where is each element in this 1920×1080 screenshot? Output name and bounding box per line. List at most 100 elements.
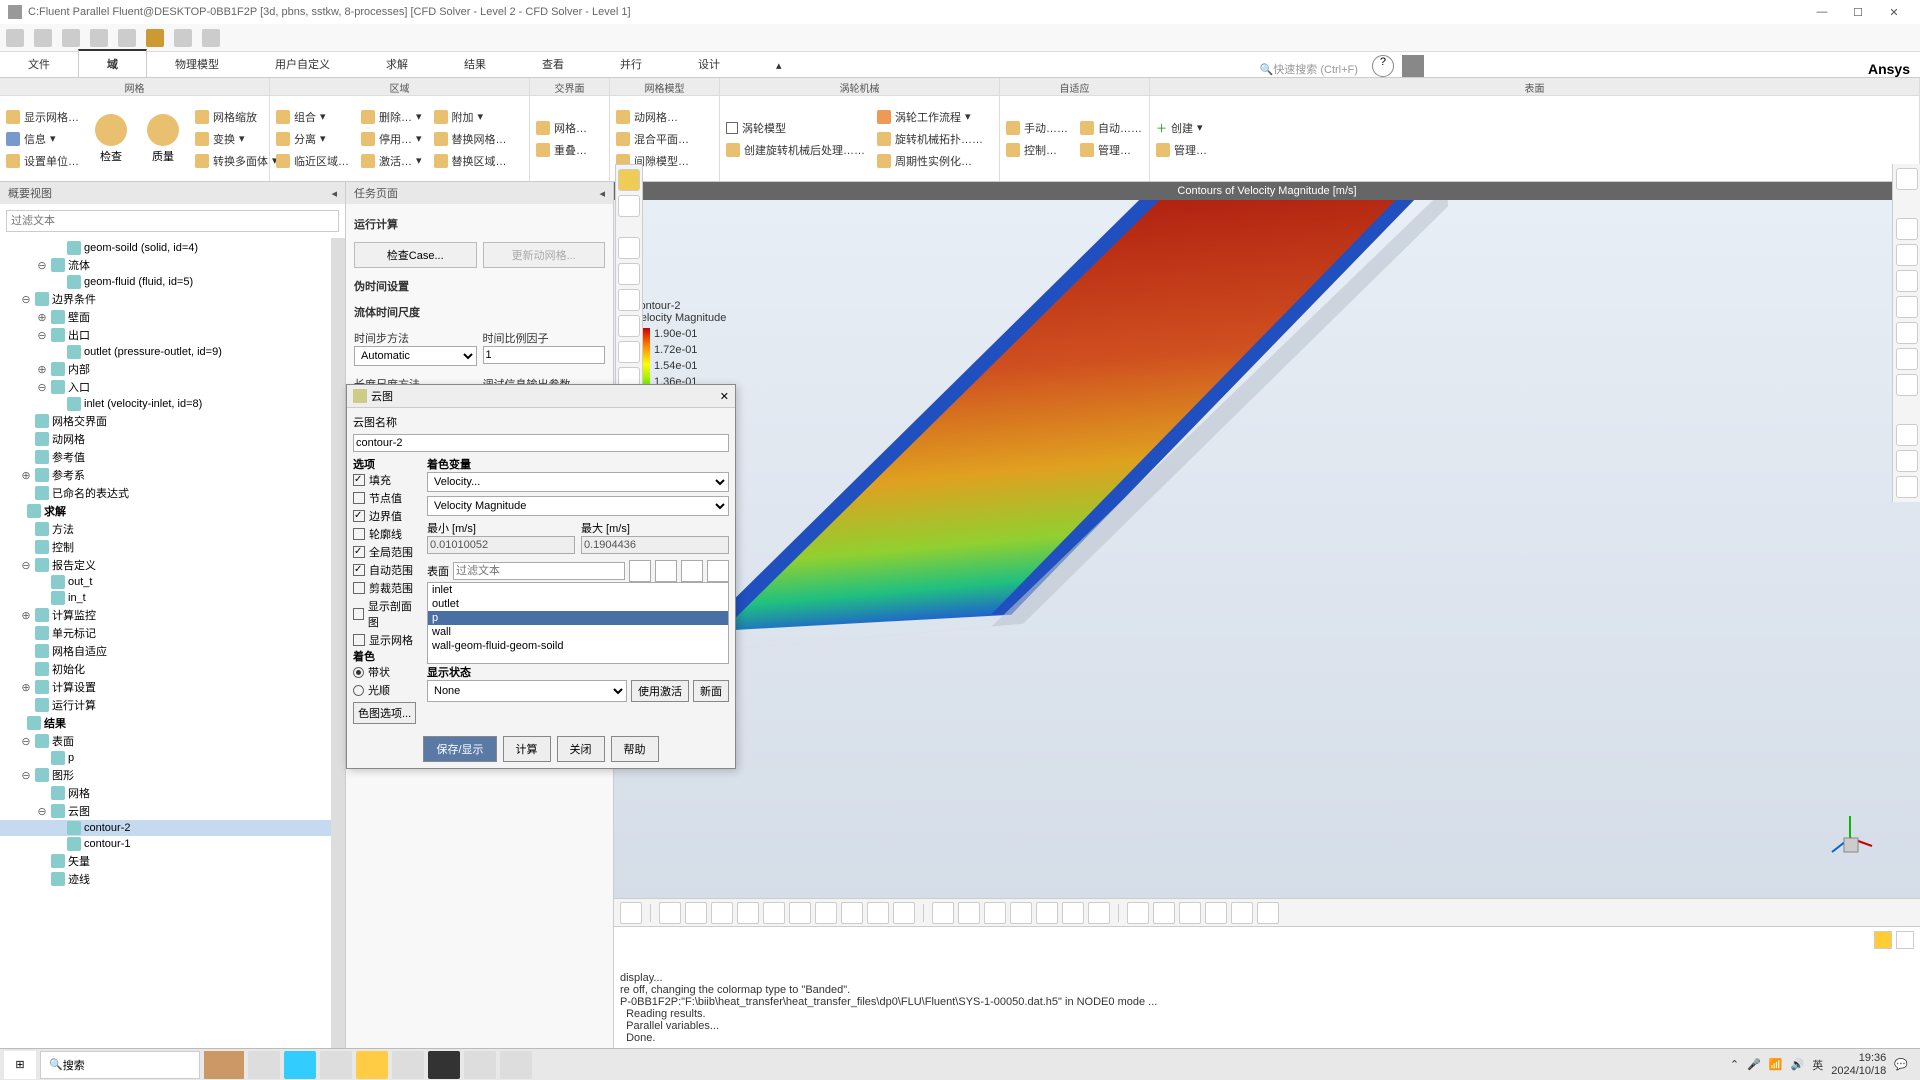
surface-item[interactable]: inlet <box>428 583 728 597</box>
tree-item[interactable]: 初始化 <box>0 660 345 678</box>
opt-fill[interactable]: 填充 <box>353 472 417 488</box>
rtool-icon[interactable] <box>1896 296 1918 318</box>
ribbon-activate[interactable]: 激活…▾ <box>361 151 422 171</box>
tree-item[interactable]: ⊖入口 <box>0 378 345 396</box>
colormap-options-button[interactable]: 色图选项... <box>353 702 416 724</box>
notifications-icon[interactable]: 💬 <box>1894 1058 1908 1071</box>
color-smooth[interactable]: 光顺 <box>353 682 417 698</box>
surface-filter-input[interactable] <box>453 562 625 580</box>
ime-indicator[interactable]: 英 <box>1812 1057 1823 1073</box>
surf-tool-icon[interactable] <box>707 560 729 582</box>
vp-tool[interactable] <box>815 902 837 924</box>
toolbar-icon[interactable] <box>118 29 136 47</box>
surf-tool-icon[interactable] <box>681 560 703 582</box>
ribbon-surf-manage[interactable]: 管理… <box>1156 140 1207 160</box>
tree-item[interactable]: ⊖表面 <box>0 732 345 750</box>
vp-tool[interactable] <box>737 902 759 924</box>
vp-tool[interactable] <box>893 902 915 924</box>
surf-tool-icon[interactable] <box>655 560 677 582</box>
tree-item[interactable]: outlet (pressure-outlet, id=9) <box>0 344 345 360</box>
tree-item[interactable]: p <box>0 750 345 766</box>
ribbon-adapt-auto[interactable]: 自动…… <box>1080 118 1142 138</box>
tray-icon[interactable]: 🔊 <box>1791 1058 1805 1071</box>
ribbon-adjacent[interactable]: 临近区域… <box>276 151 349 171</box>
tab-result[interactable]: 结果 <box>436 51 514 77</box>
tree-item[interactable]: 方法 <box>0 520 345 538</box>
ribbon-quality[interactable]: 质量 <box>137 96 189 181</box>
tab-custom[interactable]: 用户自定义 <box>247 51 358 77</box>
tab-domain[interactable]: 域 <box>78 49 147 77</box>
rtool-icon[interactable] <box>1896 348 1918 370</box>
tree-item[interactable]: ⊖报告定义 <box>0 556 345 574</box>
rtool-icon[interactable] <box>1896 218 1918 240</box>
tree-filter-input[interactable] <box>6 210 339 232</box>
vp-tool[interactable] <box>1088 902 1110 924</box>
tree-item[interactable]: out_t <box>0 574 345 590</box>
ribbon-poly[interactable]: 转换多面体▾ <box>195 151 278 171</box>
vp-tool[interactable] <box>685 902 707 924</box>
taskbar-app[interactable] <box>500 1051 532 1079</box>
tab-view[interactable]: 查看 <box>514 51 592 77</box>
contour-name-input[interactable] <box>353 434 729 452</box>
ribbon-turbo-periodic[interactable]: 周期性实例化… <box>877 151 983 171</box>
taskbar-clock[interactable]: 19:362024/10/18 <box>1831 1052 1886 1076</box>
box-zoom-icon[interactable] <box>618 341 640 363</box>
tree-item[interactable]: ⊖边界条件 <box>0 290 345 308</box>
close-button[interactable]: ✕ <box>1876 6 1912 19</box>
pan-icon[interactable] <box>618 289 640 311</box>
color-banded[interactable]: 带状 <box>353 664 417 680</box>
tree-item[interactable]: ⊕参考系 <box>0 466 345 484</box>
surface-item[interactable]: p <box>428 611 728 625</box>
taskbar-app[interactable] <box>284 1051 316 1079</box>
tree-item[interactable]: 迹线 <box>0 870 345 888</box>
taskbar-app[interactable] <box>320 1051 352 1079</box>
vp-tool[interactable] <box>1153 902 1175 924</box>
tree-item[interactable]: 已命名的表达式 <box>0 484 345 502</box>
vp-tool[interactable] <box>763 902 785 924</box>
ribbon-units[interactable]: 设置单位… <box>6 151 79 171</box>
rotate-icon[interactable] <box>618 263 640 285</box>
task-collapse-icon[interactable]: ◂ <box>599 187 605 200</box>
surface-item[interactable]: wall-geom-fluid-geom-soild <box>428 639 728 653</box>
tab-file[interactable]: 文件 <box>0 51 78 77</box>
taskbar-app[interactable] <box>428 1051 460 1079</box>
toolbar-icon[interactable] <box>6 29 24 47</box>
rtool-icon[interactable] <box>1896 476 1918 498</box>
vp-tool[interactable] <box>711 902 733 924</box>
panel-collapse-icon[interactable]: ◂ <box>331 187 337 200</box>
tree-item[interactable]: 动网格 <box>0 430 345 448</box>
tree-item[interactable]: 网格 <box>0 784 345 802</box>
color-subvar-select[interactable]: Velocity Magnitude <box>427 496 729 516</box>
vp-tool[interactable] <box>958 902 980 924</box>
tree-item[interactable]: ⊕计算监控 <box>0 606 345 624</box>
tree-item[interactable]: geom-fluid (fluid, id=5) <box>0 274 345 290</box>
ribbon-adapt-ctrl[interactable]: 控制… <box>1006 140 1068 160</box>
vp-tool[interactable] <box>841 902 863 924</box>
ribbon-mixplane[interactable]: 混合平面… <box>616 129 689 149</box>
ribbon-separate[interactable]: 分离▾ <box>276 129 349 149</box>
tool-icon[interactable] <box>618 195 640 217</box>
probe-icon[interactable] <box>618 169 640 191</box>
zoom-icon[interactable] <box>618 315 640 337</box>
toolbar-icon[interactable] <box>90 29 108 47</box>
minimize-button[interactable]: — <box>1804 6 1840 18</box>
toolbar-icon[interactable] <box>146 29 164 47</box>
surfaces-list[interactable]: inletoutletpwallwall-geom-fluid-geom-soi… <box>427 582 729 664</box>
vp-tool[interactable] <box>1231 902 1253 924</box>
toolbar-icon[interactable] <box>34 29 52 47</box>
rtool-icon[interactable] <box>1896 374 1918 396</box>
help-button[interactable]: 帮助 <box>611 736 659 762</box>
dialog-titlebar[interactable]: 云图 ✕ <box>347 385 735 408</box>
tab-physics[interactable]: 物理模型 <box>147 51 247 77</box>
ribbon-turbo-topo[interactable]: 旋转机械拓扑…… <box>877 129 983 149</box>
new-surface-button[interactable]: 新面 <box>693 680 729 702</box>
close-dialog-button[interactable]: 关闭 <box>557 736 605 762</box>
time-factor-input[interactable] <box>483 346 606 364</box>
ribbon-check[interactable]: 检查 <box>85 96 137 181</box>
tray-icon[interactable]: 🎤 <box>1747 1058 1761 1071</box>
tree-item[interactable]: 矢量 <box>0 852 345 870</box>
tree-item[interactable]: contour-1 <box>0 836 345 852</box>
taskbar-widget[interactable] <box>204 1051 244 1079</box>
opt-global[interactable]: 全局范围 <box>353 544 417 560</box>
vp-tool[interactable] <box>1179 902 1201 924</box>
